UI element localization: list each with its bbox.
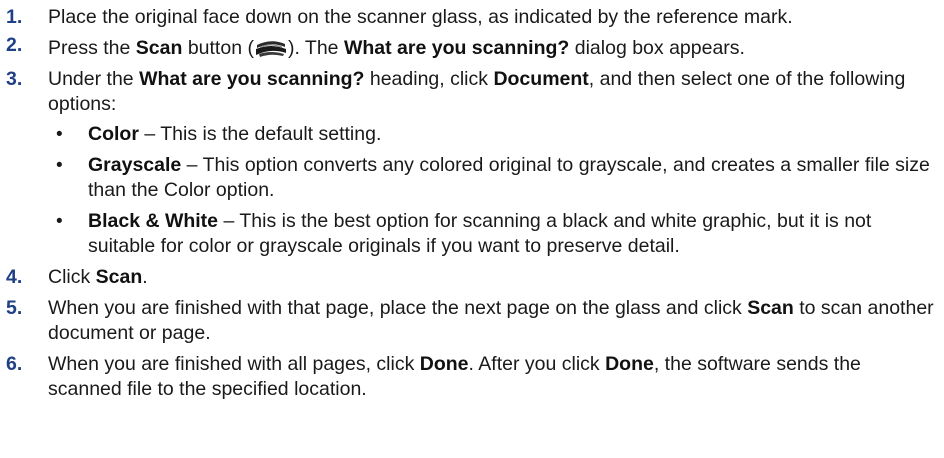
bullet: • [56,211,63,232]
steps-list: 1. Place the original face down on the s… [6,5,938,402]
step-2: 2. Press the Scan button ( ). The What a… [6,34,745,59]
dialog-title: What are you scanning? [343,37,570,59]
document-option: Document [493,68,589,90]
step-5: 5. When you are finished with that page,… [6,297,934,344]
step-1: 1. Place the original face down on the s… [6,5,938,30]
step-number: 1. [6,6,23,28]
step-6: 6. When you are finished with all pages,… [6,353,861,400]
option-color: • Color – This is the default setting. [54,122,938,147]
option-description: – This is the default setting. [138,123,382,145]
step-number: 5. [6,297,23,319]
scan-button-label: Scan [95,266,143,288]
bullet: • [56,124,63,145]
scan-button-label: Scan [135,37,183,59]
option-grayscale: • Grayscale – This option converts any c… [54,153,938,203]
options-list: • Color – This is the default setting. •… [48,122,938,259]
option-label: Color [88,123,139,145]
option-label: Black & White [88,210,219,232]
scan-button-label: Scan [747,297,794,319]
instruction-page: 1. Place the original face down on the s… [0,0,944,458]
bullet: • [56,155,63,176]
step-number: 6. [6,353,23,375]
option-black-white: • Black & White – This is the best optio… [54,209,938,259]
done-button-label: Done [419,353,469,375]
done-button-label: Done [605,353,654,375]
step-number: 4. [6,266,23,288]
step-text: Place the original face down on the scan… [48,6,793,28]
step-3: 3. Under the What are you scanning? head… [6,67,938,259]
option-description: – This option converts any colored origi… [88,154,930,201]
step-number: 2. [6,34,23,56]
step-4: 4. Click Scan. [6,266,148,288]
scan-button-icon [254,38,288,58]
option-label: Grayscale [88,154,182,176]
step-number: 3. [6,68,23,90]
heading-name: What are you scanning? [139,68,365,90]
